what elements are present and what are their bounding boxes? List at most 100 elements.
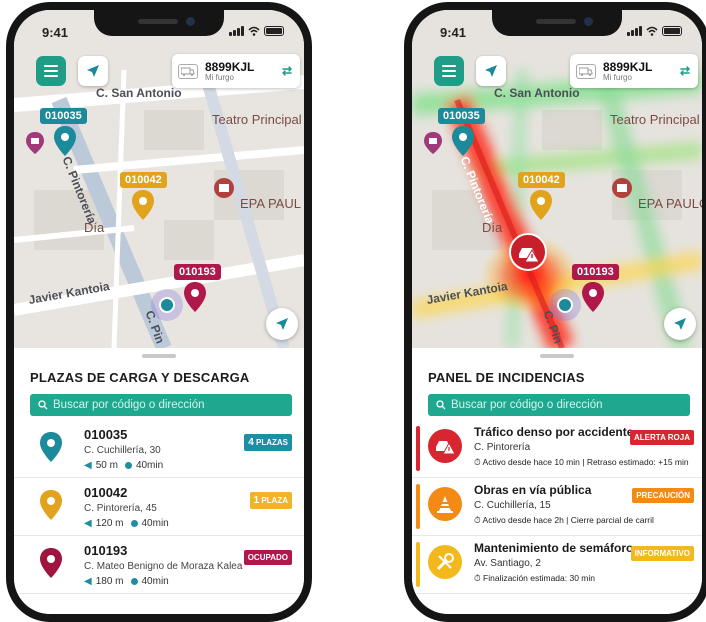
- severity-badge: INFORMATIVO: [630, 546, 694, 561]
- wifi-icon: [248, 26, 260, 36]
- tools-icon: [428, 545, 462, 579]
- item-distance: 180 m: [95, 576, 124, 587]
- item-time: 40min: [141, 518, 169, 529]
- map-pin-010035[interactable]: [54, 126, 76, 156]
- car-crash-icon: [428, 429, 462, 463]
- locate-button[interactable]: [476, 56, 506, 86]
- navigation-arrow-icon: [276, 318, 288, 330]
- swap-icon[interactable]: ⇄: [680, 64, 690, 78]
- incident-street: Av. Santiago, 2: [474, 558, 541, 569]
- vehicle-selector[interactable]: 8899KJL Mi furgo ⇄: [172, 54, 300, 88]
- navigation-arrow-icon: [87, 65, 99, 77]
- navigation-arrow-icon: [485, 65, 497, 77]
- status-badge: 4 PLAZAS: [244, 434, 292, 451]
- menu-button[interactable]: [434, 56, 464, 86]
- incident-item-maintenance[interactable]: Mantenimiento de semáforo Av. Santiago, …: [412, 536, 702, 594]
- incident-street: C. Cuchillería, 15: [474, 500, 551, 511]
- incident-title: Obras en vía pública: [474, 483, 592, 497]
- search-icon: [436, 400, 446, 410]
- navigation-arrow-icon: [674, 318, 686, 330]
- severity-bar: [416, 542, 420, 587]
- poi-epa: EPA PAUL: [240, 196, 301, 211]
- map-tag-010042[interactable]: 010042: [120, 172, 167, 188]
- screen-incidents: 9:41 C. San Antonio C. Pintorería Javier…: [412, 10, 702, 614]
- incident-item-accident[interactable]: Tráfico denso por accidente C. Pintorerí…: [412, 420, 702, 478]
- item-address: C. Pintorería, 45: [84, 503, 157, 514]
- pin-icon: [40, 490, 62, 520]
- van-icon: [576, 63, 596, 79]
- distance-arrow-icon: ◀: [84, 460, 92, 471]
- vehicle-selector[interactable]: 8899KJL Mi furgo ⇄: [570, 54, 698, 88]
- sheet-handle[interactable]: [540, 354, 574, 358]
- time-icon: [124, 462, 132, 469]
- incident-detail: Activo desde hace 10 min | Retraso estim…: [482, 457, 689, 467]
- status-time: 9:41: [42, 25, 69, 40]
- pin-icon: [40, 432, 62, 462]
- map-tag-010035[interactable]: 010035: [40, 108, 87, 124]
- notch: [492, 10, 622, 36]
- incident-street: C. Pintorería: [474, 442, 531, 453]
- street-label-san-antonio: C. San Antonio: [96, 86, 182, 100]
- battery-icon: [662, 26, 682, 36]
- museum-icon: [424, 132, 442, 154]
- vehicle-name: Mi furgo: [603, 72, 632, 82]
- list-item-010042[interactable]: 010042 C. Pintorería, 45 ◀ 120 m 40min 1 P…: [14, 478, 304, 536]
- map-tag-010042[interactable]: 010042: [518, 172, 565, 188]
- traffic-cone-icon: [428, 487, 462, 521]
- sheet-title: PLAZAS DE CARGA Y DESCARGA: [30, 370, 250, 385]
- incident-detail: Activo desde hace 2h | Cierre parcial de…: [482, 515, 654, 525]
- map-pin-010193[interactable]: [184, 282, 206, 312]
- vehicle-plate: 8899KJL: [205, 59, 255, 74]
- distance-arrow-icon: ◀: [84, 576, 92, 587]
- severity-bar: [416, 426, 420, 471]
- map-tag-010193[interactable]: 010193: [572, 264, 619, 280]
- phone-right: 9:41 C. San Antonio C. Pintorería Javier…: [404, 2, 706, 622]
- street-label-san-antonio: C. San Antonio: [494, 86, 580, 100]
- notch: [94, 10, 224, 36]
- accident-alert-icon[interactable]: [508, 232, 548, 272]
- search-input[interactable]: Buscar por código o dirección: [428, 394, 690, 416]
- map-tag-010193[interactable]: 010193: [174, 264, 221, 280]
- phone-left: 9:41 C. San Antonio C. Pintorería Javier…: [6, 2, 312, 622]
- poi-teatro: Teatro Principal: [610, 112, 700, 127]
- incident-title: Mantenimiento de semáforo: [474, 541, 634, 555]
- signal-icon: [627, 26, 642, 36]
- clock-icon: ⏱: [474, 515, 481, 525]
- map-pin-010042[interactable]: [530, 190, 552, 220]
- swap-icon[interactable]: ⇄: [282, 64, 292, 78]
- map-pin-010042[interactable]: [132, 190, 154, 220]
- search-placeholder: Buscar por código o dirección: [451, 399, 603, 411]
- pin-icon: [40, 548, 62, 578]
- navigate-fab[interactable]: [266, 308, 298, 340]
- signal-icon: [229, 26, 244, 36]
- wifi-icon: [646, 26, 658, 36]
- museum-icon: [26, 132, 44, 154]
- locate-button[interactable]: [78, 56, 108, 86]
- map-pin-010193[interactable]: [582, 282, 604, 312]
- monument-icon: [612, 178, 632, 198]
- item-address: C. Mateo Benigno de Moraza Kalea: [84, 561, 243, 572]
- item-code: 010193: [84, 543, 128, 558]
- screen-parking: 9:41 C. San Antonio C. Pintorería Javier…: [14, 10, 304, 614]
- status-time: 9:41: [440, 25, 467, 40]
- menu-button[interactable]: [36, 56, 66, 86]
- battery-icon: [264, 26, 284, 36]
- monument-icon: [214, 178, 234, 198]
- search-icon: [38, 400, 48, 410]
- incident-item-works[interactable]: Obras en vía pública C. Cuchillería, 15 …: [412, 478, 702, 536]
- map-pin-010035[interactable]: [452, 126, 474, 156]
- item-time: 40min: [135, 460, 164, 471]
- list-item-010193[interactable]: 010193 C. Mateo Benigno de Moraza Kalea …: [14, 536, 304, 594]
- search-input[interactable]: Buscar por código o dirección: [30, 394, 292, 416]
- map-tag-010035[interactable]: 010035: [438, 108, 485, 124]
- search-placeholder: Buscar por código o dirección: [53, 399, 205, 411]
- list-item-010035[interactable]: 010035 C. Cuchillería, 30 ◀ 50 m 40min 4 P…: [14, 420, 304, 478]
- item-time: 40min: [141, 576, 169, 587]
- van-icon: [178, 63, 198, 79]
- severity-bar: [416, 484, 420, 529]
- sheet-handle[interactable]: [142, 354, 176, 358]
- navigate-fab[interactable]: [664, 308, 696, 340]
- status-badge: OCUPADO: [243, 550, 292, 565]
- status-badge: 1 PLAZA: [249, 492, 292, 509]
- severity-badge: ALERTA ROJA: [630, 430, 694, 445]
